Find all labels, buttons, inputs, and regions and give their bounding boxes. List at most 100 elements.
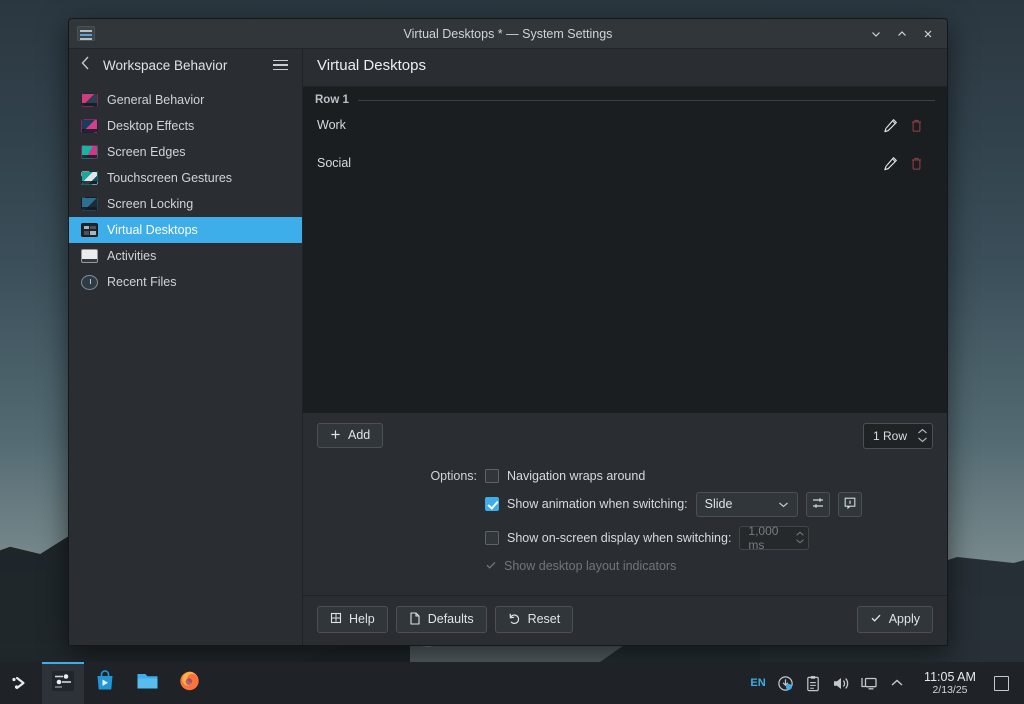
add-row: Add 1 Row — [317, 423, 933, 449]
chevron-up-icon[interactable] — [884, 662, 910, 704]
add-button-label: Add — [348, 429, 370, 442]
osd-checkbox[interactable] — [485, 531, 499, 545]
firefox-icon — [178, 669, 201, 697]
spinner-arrows-icon[interactable] — [917, 428, 928, 443]
help-button[interactable]: Help — [317, 606, 388, 633]
navigation-wraps-checkbox[interactable] — [485, 469, 499, 483]
layout-indicators-row: Show desktop layout indicators — [485, 559, 676, 574]
row-header: Row 1 — [303, 87, 947, 106]
sidebar-item-label: General Behavior — [107, 93, 204, 107]
reset-button-label: Reset — [528, 613, 561, 626]
animation-type-value: Slide — [705, 497, 733, 511]
network-display-icon[interactable] — [856, 662, 882, 704]
trash-icon[interactable] — [903, 112, 929, 138]
window-title: Virtual Desktops * — System Settings — [69, 27, 947, 41]
kde-launcher-icon[interactable] — [0, 662, 42, 704]
taskbar-item-discover[interactable] — [84, 662, 126, 704]
table-row[interactable]: Work — [303, 106, 947, 144]
touchscreen-gestures-icon — [81, 171, 98, 185]
sidebar: Workspace Behavior General Behavior Desk… — [69, 49, 303, 645]
close-icon[interactable] — [915, 22, 941, 46]
general-behavior-icon — [81, 93, 98, 107]
show-animation-label: Show animation when switching: — [507, 497, 688, 511]
apply-button[interactable]: Apply — [857, 606, 933, 633]
osd-duration-spinbox[interactable]: 1,000 ms — [739, 526, 809, 550]
navigation-wraps-label: Navigation wraps around — [507, 469, 645, 483]
desktop-effects-icon — [81, 119, 98, 133]
sidebar-item-screen-edges[interactable]: Screen Edges — [69, 139, 302, 165]
trash-icon[interactable] — [903, 150, 929, 176]
desktop-name: Social — [317, 156, 877, 170]
pencil-icon[interactable] — [877, 112, 903, 138]
option-layout-indicators: Show desktop layout indicators — [317, 559, 933, 574]
sidebar-item-screen-locking[interactable]: Screen Locking — [69, 191, 302, 217]
spinner-arrows-icon[interactable] — [795, 531, 805, 544]
options-section: Options: Navigation wraps around Show an… — [317, 469, 933, 574]
main-pane: Virtual Desktops Row 1 Work — [303, 49, 947, 645]
back-arrow-icon[interactable] — [81, 56, 93, 74]
help-button-label: Help — [349, 613, 375, 626]
sidebar-list: General Behavior Desktop Effects Screen … — [69, 81, 302, 295]
window-controls — [863, 22, 947, 46]
sidebar-item-virtual-desktops[interactable]: Virtual Desktops — [69, 217, 302, 243]
system-settings-window: Virtual Desktops * — System Settings — [68, 18, 948, 646]
hamburger-icon[interactable] — [269, 56, 292, 75]
sidebar-item-desktop-effects[interactable]: Desktop Effects — [69, 113, 302, 139]
pager-icon[interactable] — [994, 676, 1009, 691]
sidebar-item-label: Touchscreen Gestures — [107, 171, 232, 185]
add-button[interactable]: Add — [317, 423, 383, 449]
keyboard-language-indicator[interactable]: EN — [746, 662, 770, 704]
sidebar-item-label: Recent Files — [107, 275, 176, 289]
sidebar-item-general-behavior[interactable]: General Behavior — [69, 87, 302, 113]
desktop-wallpaper: Virtual Desktops * — System Settings — [0, 0, 1024, 704]
clock-time: 11:05 AM — [924, 670, 976, 684]
table-row[interactable]: Social — [303, 144, 947, 182]
help-icon — [330, 612, 342, 627]
system-update-icon[interactable] — [772, 662, 798, 704]
window-titlebar[interactable]: Virtual Desktops * — System Settings — [69, 19, 947, 49]
plus-icon — [330, 429, 341, 443]
screen-locking-icon — [81, 197, 98, 211]
document-icon — [409, 612, 421, 628]
option-navigation-wraps: Options: Navigation wraps around — [317, 469, 933, 483]
rows-value: 1 Row — [873, 429, 907, 443]
animation-type-dropdown[interactable]: Slide — [696, 492, 798, 517]
sidebar-back-label[interactable]: Workspace Behavior — [103, 58, 259, 73]
sidebar-item-recent-files[interactable]: Recent Files — [69, 269, 302, 295]
chevron-down-icon — [778, 497, 789, 511]
clock[interactable]: 11:05 AM 2/13/25 — [912, 670, 988, 696]
sidebar-item-touchscreen-gestures[interactable]: Touchscreen Gestures — [69, 165, 302, 191]
osd-duration-value: 1,000 ms — [748, 524, 795, 552]
page-title: Virtual Desktops — [303, 49, 947, 81]
recent-files-icon — [81, 275, 98, 290]
maximize-icon[interactable] — [889, 22, 915, 46]
check-icon — [485, 559, 497, 574]
clipboard-icon[interactable] — [800, 662, 826, 704]
sidebar-item-activities[interactable]: Activities — [69, 243, 302, 269]
defaults-button[interactable]: Defaults — [396, 606, 487, 634]
taskbar-item-firefox[interactable] — [168, 662, 210, 704]
rows-spinbox[interactable]: 1 Row — [863, 423, 933, 449]
footer-buttons: Help Defaults — [303, 595, 947, 646]
options-label: Options: — [317, 469, 477, 483]
volume-icon[interactable] — [828, 662, 854, 704]
screen-edges-icon — [81, 145, 98, 159]
discover-icon — [94, 670, 116, 697]
taskbar-item-system-settings[interactable] — [42, 662, 84, 704]
desktop-name: Work — [317, 118, 877, 132]
sidebar-header: Workspace Behavior — [69, 49, 302, 81]
animation-info-button[interactable] — [838, 492, 862, 517]
activities-icon — [81, 249, 98, 263]
row-label: Row 1 — [315, 94, 349, 106]
reset-button[interactable]: Reset — [495, 606, 574, 634]
taskbar-item-file-manager[interactable] — [126, 662, 168, 704]
virtual-desktops-icon — [81, 223, 98, 237]
show-animation-checkbox[interactable] — [485, 497, 499, 511]
sliders-icon — [811, 496, 825, 513]
pencil-icon[interactable] — [877, 150, 903, 176]
minimize-icon[interactable] — [863, 22, 889, 46]
taskbar: EN — [0, 662, 1024, 704]
configure-animation-button[interactable] — [806, 492, 830, 517]
option-show-animation: Show animation when switching: Slide — [317, 492, 933, 517]
defaults-button-label: Defaults — [428, 613, 474, 626]
